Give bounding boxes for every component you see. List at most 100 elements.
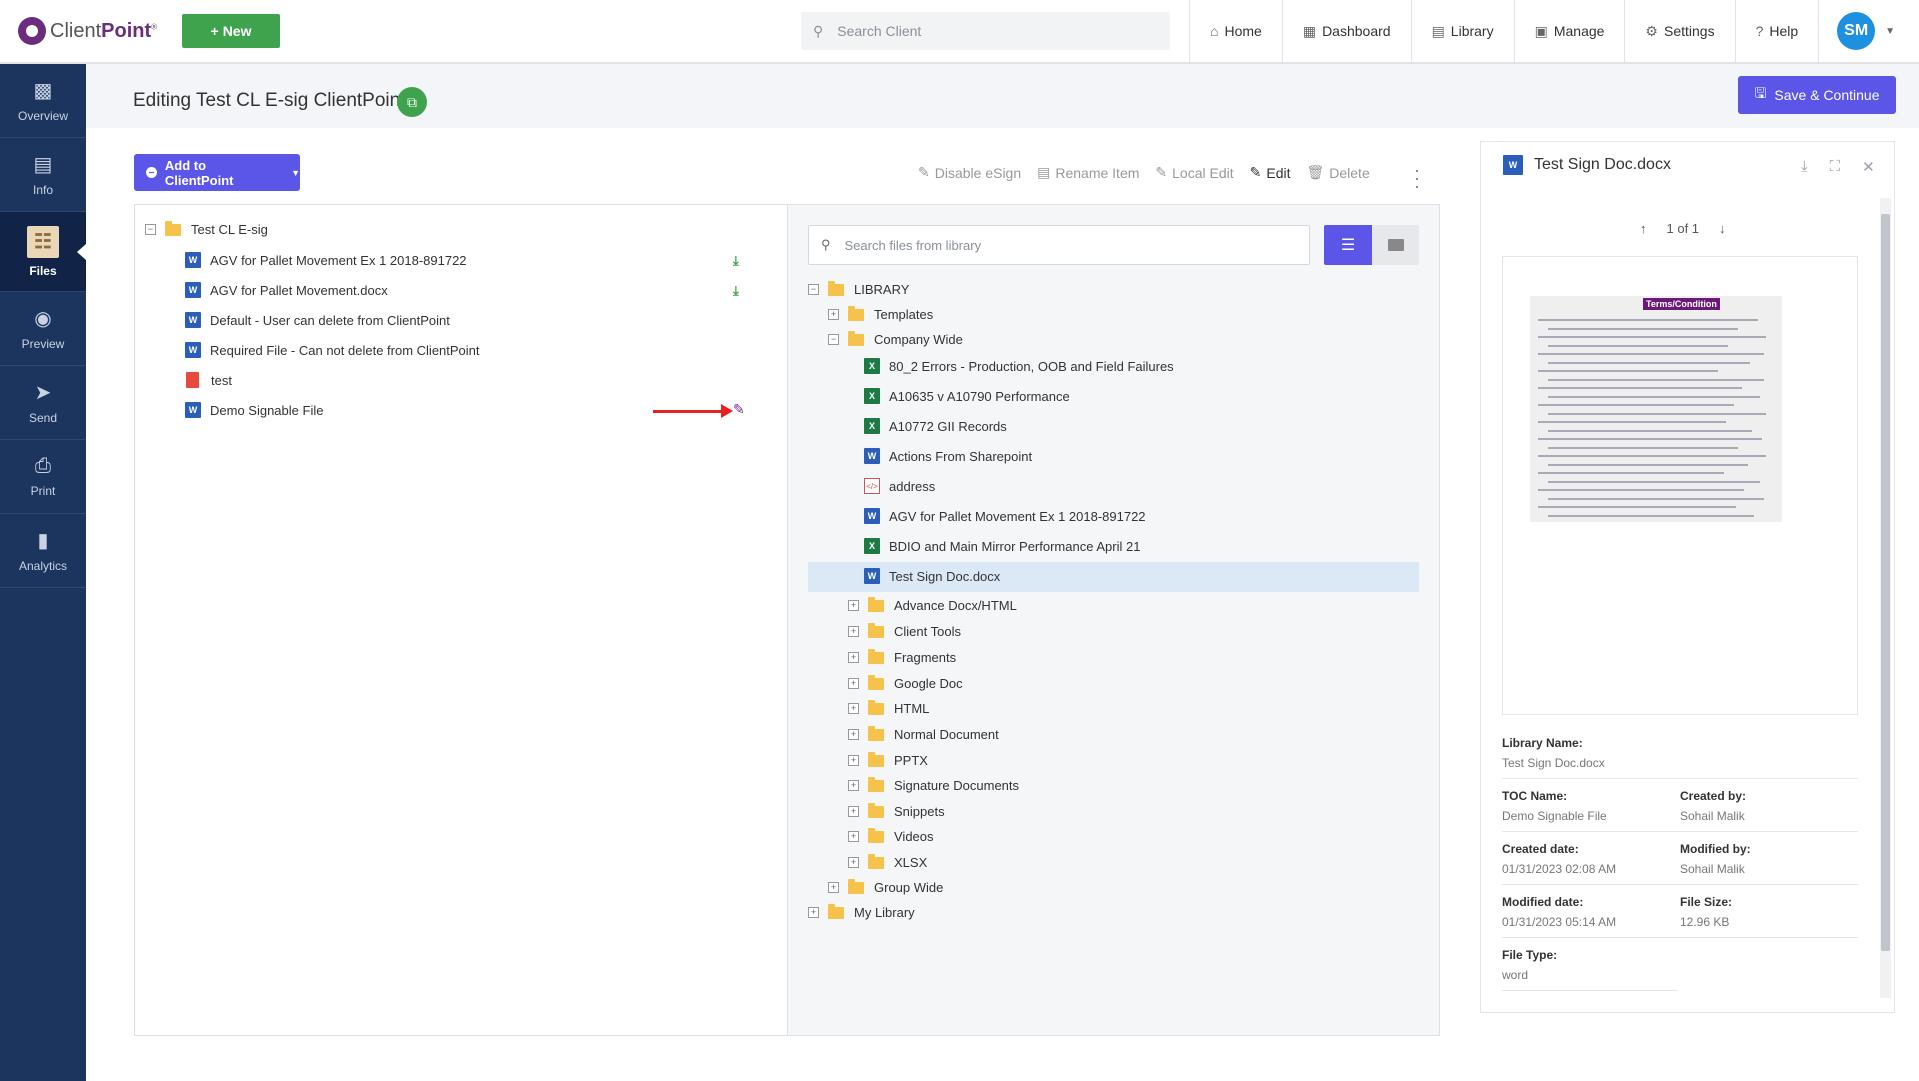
- arrow-up-icon[interactable]: ↑: [1640, 221, 1647, 236]
- expand-icon[interactable]: +: [848, 780, 859, 791]
- new-button[interactable]: + New: [182, 14, 280, 48]
- expand-icon[interactable]: +: [828, 882, 839, 893]
- avatar[interactable]: SM: [1837, 12, 1876, 50]
- sidebar-item-print[interactable]: ⎙ Print: [0, 440, 86, 514]
- expand-icon[interactable]: +: [848, 703, 859, 714]
- user-menu[interactable]: SM ▼: [1818, 0, 1913, 62]
- library-subfolder[interactable]: + Videos: [848, 827, 934, 844]
- list-icon: ☰: [1340, 237, 1356, 254]
- folder-group-wide[interactable]: + Group Wide: [828, 878, 943, 895]
- close-icon[interactable]: ✕: [1862, 158, 1875, 176]
- library-subfolder[interactable]: + PPTX: [848, 751, 928, 768]
- library-file[interactable]: X A10772 GII Records: [864, 418, 1007, 434]
- library-subfolder[interactable]: + Normal Document: [848, 725, 999, 742]
- library-subfolder[interactable]: + XLSX: [848, 853, 927, 870]
- word-icon: W: [1503, 155, 1523, 175]
- expand-icon[interactable]: +: [848, 755, 859, 766]
- library-subfolder[interactable]: + Fragments: [848, 648, 956, 665]
- rename-item-button[interactable]: ▤ Rename Item: [1037, 164, 1139, 181]
- edit-button[interactable]: ✎ Edit: [1250, 164, 1291, 181]
- library-subfolder[interactable]: + HTML: [848, 699, 929, 716]
- toc-root[interactable]: − Test CL E-sig: [145, 220, 268, 237]
- add-to-clientpoint-button[interactable]: Add to ClientPoint ▼: [134, 154, 300, 191]
- library-file[interactable]: X A10635 v A10790 Performance: [864, 388, 1070, 404]
- expand-icon[interactable]: +: [848, 600, 859, 611]
- file-toolbar: ✎ Disable eSign ▤ Rename Item ✎ Local Edit …: [918, 164, 1386, 181]
- library-subfolder[interactable]: + Signature Documents: [848, 776, 1019, 793]
- library-subfolder[interactable]: + Google Doc: [848, 674, 963, 691]
- copy-icon[interactable]: ⧉: [397, 87, 427, 117]
- toc-item[interactable]: W AGV for Pallet Movement.docx: [185, 282, 388, 298]
- download-icon[interactable]: ⤓: [733, 253, 739, 269]
- nav-home[interactable]: ⌂ Home: [1189, 0, 1282, 62]
- collapse-icon[interactable]: −: [808, 284, 819, 295]
- library-subfolder[interactable]: + Client Tools: [848, 622, 961, 639]
- expand-icon[interactable]: +: [848, 806, 859, 817]
- nav-library[interactable]: ▤ Library: [1410, 0, 1514, 62]
- edit-pencil-icon[interactable]: ✎: [733, 401, 745, 418]
- library-file[interactable]: </> address: [864, 478, 935, 494]
- library-search-input[interactable]: ⚲ Search files from library: [808, 225, 1310, 265]
- sidebar-item-files[interactable]: ☷ Files: [0, 212, 86, 292]
- document-text-line: [1548, 327, 1738, 330]
- top-nav: ⌂ Home ▦ Dashboard ▤ Library ▣ Manage ⚙ Setti…: [1189, 0, 1913, 62]
- library-file[interactable]: W AGV for Pallet Movement Ex 1 2018-89172…: [864, 508, 1146, 524]
- disable-esign-button[interactable]: ✎ Disable eSign: [918, 164, 1021, 181]
- sidebar-item-analytics[interactable]: ▮ Analytics: [0, 514, 86, 588]
- expand-icon[interactable]: +: [828, 309, 839, 320]
- toc-item[interactable]: test: [186, 372, 232, 388]
- local-edit-button[interactable]: ✎ Local Edit: [1155, 164, 1233, 181]
- word-icon: W: [185, 312, 201, 328]
- expand-icon[interactable]: +: [808, 907, 819, 918]
- nav-help[interactable]: ? Help: [1734, 0, 1819, 62]
- download-icon[interactable]: ⤓: [733, 283, 739, 299]
- library-file[interactable]: X 80_2 Errors - Production, OOB and Field…: [864, 358, 1174, 374]
- nav-manage[interactable]: ▣ Manage: [1513, 0, 1625, 62]
- expand-icon[interactable]: +: [848, 626, 859, 637]
- folder-company-wide[interactable]: − Company Wide: [828, 330, 963, 347]
- library-file[interactable]: W Actions From Sharepoint: [864, 448, 1032, 464]
- expand-icon[interactable]: +: [848, 729, 859, 740]
- nav-settings[interactable]: ⚙ Settings: [1624, 0, 1734, 62]
- toc-item[interactable]: W AGV for Pallet Movement Ex 1 2018-89172…: [185, 252, 467, 268]
- expand-icon[interactable]: +: [848, 857, 859, 868]
- library-file-selected[interactable]: W Test Sign Doc.docx: [864, 568, 1000, 584]
- folder-my-library[interactable]: + My Library: [808, 903, 915, 920]
- created-date-label: Created date:: [1502, 842, 1579, 856]
- modified-date-value: 01/31/2023 05:14 AM: [1502, 915, 1617, 929]
- list-view-button[interactable]: ☰: [1324, 225, 1372, 265]
- preview-scrollbar[interactable]: [1880, 198, 1891, 998]
- delete-button[interactable]: 🗑 Delete: [1306, 164, 1369, 181]
- toc-item[interactable]: W Required File - Can not delete from Cli…: [185, 342, 480, 358]
- sidebar-item-overview[interactable]: ▩ Overview: [0, 64, 86, 138]
- save-continue-button[interactable]: 🖫 Save & Continue: [1738, 76, 1896, 114]
- library-subfolder[interactable]: + Snippets: [848, 802, 945, 819]
- more-options-icon[interactable]: · · ·: [1413, 161, 1421, 195]
- expand-icon[interactable]: +: [848, 831, 859, 842]
- sidebar-item-send[interactable]: ➤ Send: [0, 366, 86, 440]
- library-file[interactable]: X BDIO and Main Mirror Performance April …: [864, 538, 1140, 554]
- folder-templates[interactable]: + Templates: [828, 305, 933, 322]
- collapse-icon[interactable]: −: [145, 224, 156, 235]
- expand-icon[interactable]: +: [848, 678, 859, 689]
- download-icon[interactable]: ⤓: [1801, 158, 1808, 176]
- search-client-input[interactable]: ⚲ Search Client: [801, 12, 1170, 50]
- scrollbar-thumb[interactable]: [1881, 214, 1890, 951]
- arrow-down-icon[interactable]: ↓: [1719, 221, 1726, 236]
- expand-icon[interactable]: +: [848, 652, 859, 663]
- clientpoint-logo[interactable]: ClientPoint®: [18, 17, 157, 45]
- library-root[interactable]: − LIBRARY: [808, 280, 909, 297]
- toc-name-value: Demo Signable File: [1502, 809, 1607, 823]
- document-text-line: [1548, 480, 1760, 483]
- word-icon: W: [864, 508, 880, 524]
- nav-dashboard[interactable]: ▦ Dashboard: [1281, 0, 1411, 62]
- gear-icon: ⚙: [1645, 22, 1658, 39]
- sidebar-item-preview[interactable]: ◉ Preview: [0, 292, 86, 366]
- toc-item[interactable]: W Demo Signable File: [185, 402, 323, 418]
- toc-item[interactable]: W Default - User can delete from ClientPo…: [185, 312, 450, 328]
- collapse-icon[interactable]: −: [828, 334, 839, 345]
- sidebar-item-info[interactable]: ▤ Info: [0, 138, 86, 212]
- fullscreen-icon[interactable]: ⛶: [1830, 158, 1841, 176]
- folder-view-button[interactable]: [1372, 225, 1419, 265]
- library-subfolder[interactable]: + Advance Docx/HTML: [848, 596, 1017, 613]
